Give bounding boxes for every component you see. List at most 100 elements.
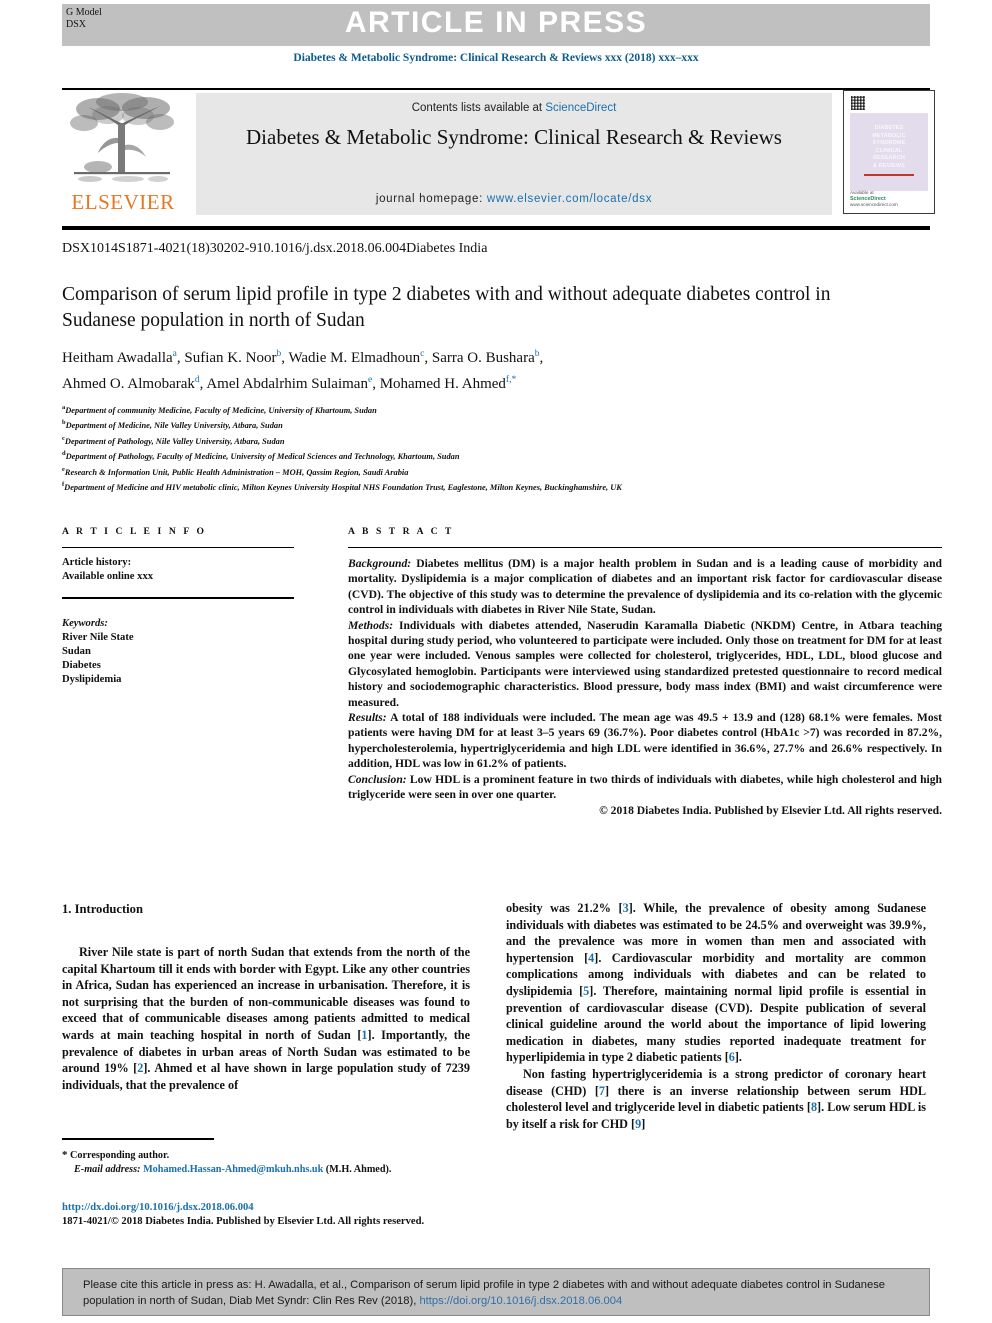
footnote-rule bbox=[62, 1138, 214, 1140]
affiliation-text: Research & Information Unit, Public Heal… bbox=[64, 467, 409, 477]
introduction-right-column: obesity was 21.2% [3]. While, the preval… bbox=[506, 900, 926, 1132]
article-history-value: Available online xxx bbox=[62, 571, 154, 582]
affiliation-text: Department of community Medicine, Facult… bbox=[65, 405, 377, 415]
cover-word-5: RESEARCH bbox=[873, 155, 905, 162]
author-name: , Mohamed H. Ahmed bbox=[372, 376, 506, 392]
abstract-results-label: Results: bbox=[348, 711, 387, 725]
contents-prefix: Contents lists available at bbox=[411, 102, 546, 114]
journal-cover-thumbnail: DIABETES METABOLIC SYNDROME CLINICAL RES… bbox=[843, 90, 935, 214]
author-list: Heitham Awadallaa, Sufian K. Noorb, Wadi… bbox=[62, 343, 892, 395]
homepage-url-link[interactable]: www.elsevier.com/locate/dsx bbox=[487, 193, 652, 205]
cover-word-4: CLINICAL bbox=[875, 147, 903, 154]
g-model-label: G Model bbox=[66, 7, 102, 18]
journal-title: Diabetes & Metabolic Syndrome: Clinical … bbox=[246, 125, 782, 149]
cover-accent-rule bbox=[864, 174, 914, 176]
asterisk-icon: * bbox=[62, 1149, 68, 1161]
abstract-results-text: A total of 188 individuals were included… bbox=[348, 711, 942, 771]
article-info-rule bbox=[62, 547, 294, 548]
abstract-background-text: Diabetes mellitus (DM) is a major health… bbox=[348, 557, 942, 617]
paper-page: ARTICLE IN PRESS G Model DSX Diabetes & … bbox=[0, 0, 992, 1323]
corresponding-author-label: Corresponding author. bbox=[70, 1150, 170, 1161]
citation-notice-box: Please cite this article in press as: H.… bbox=[62, 1268, 930, 1316]
author-name: , Amel Abdalrhim Sulaiman bbox=[199, 376, 368, 392]
cover-qr-icon bbox=[851, 96, 865, 110]
bottom-doi-block: http://dx.doi.org/10.1016/j.dsx.2018.06.… bbox=[62, 1201, 532, 1230]
author-name: , bbox=[539, 350, 544, 366]
right-cont-e: ]. bbox=[734, 1050, 742, 1065]
abstract-background: Background: Diabetes mellitus (DM) is a … bbox=[348, 556, 942, 618]
article-info-rule-2 bbox=[62, 597, 294, 599]
abstract-conclusion-text: Low HDL is a prominent feature in two th… bbox=[348, 772, 942, 802]
abstract-methods-label: Methods: bbox=[348, 618, 394, 632]
abstract-heading: A B S T R A C T bbox=[348, 526, 454, 537]
abstract-body: Background: Diabetes mellitus (DM) is a … bbox=[348, 556, 942, 818]
article-info-heading: A R T I C L E I N F O bbox=[62, 526, 207, 537]
affiliation-item: cDepartment of Pathology, Nile Valley Un… bbox=[62, 433, 942, 448]
abstract-background-label: Background: bbox=[348, 557, 412, 570]
footnote-block: * Corresponding author. E-mail address: … bbox=[62, 1148, 482, 1177]
affiliation-item: fDepartment of Medicine and HIV metaboli… bbox=[62, 479, 942, 494]
affiliation-item: bDepartment of Medicine, Nile Valley Uni… bbox=[62, 417, 942, 432]
intro-paragraph-1: River Nile state is part of north Sudan … bbox=[62, 944, 470, 1093]
citation-doi-link[interactable]: https://doi.org/10.1016/j.dsx.2018.06.00… bbox=[419, 1295, 622, 1307]
abstract-results: Results: A total of 188 individuals were… bbox=[348, 710, 942, 772]
author-line-1: Heitham Awadallaa, Sufian K. Noorb, Wadi… bbox=[62, 343, 892, 369]
article-in-press-label: ARTICLE IN PRESS bbox=[344, 6, 648, 39]
abstract-conclusion-label: Conclusion: bbox=[348, 772, 407, 786]
affiliation-text: Department of Pathology, Nile Valley Uni… bbox=[64, 436, 285, 446]
article-in-press-banner: ARTICLE IN PRESS bbox=[62, 4, 930, 46]
contents-available-line: Contents lists available at ScienceDirec… bbox=[196, 102, 832, 114]
keyword-item: Sudan bbox=[62, 646, 91, 657]
email-note: E-mail address: Mohamed.Hassan-Ahmed@mku… bbox=[62, 1163, 482, 1177]
author-name: , Sarra O. Bushara bbox=[424, 350, 535, 366]
page-title: Comparison of serum lipid profile in typ… bbox=[62, 284, 831, 331]
right-cont-a: obesity was 21.2% [ bbox=[506, 901, 623, 915]
homepage-label: journal homepage: bbox=[375, 193, 487, 205]
doi-header-line: DSX1014S1871-4021(18)30202-910.1016/j.ds… bbox=[62, 241, 488, 256]
doi-url-link[interactable]: http://dx.doi.org/10.1016/j.dsx.2018.06.… bbox=[62, 1201, 532, 1215]
keyword-item: Diabetes bbox=[62, 660, 101, 671]
cover-word-6: & REVIEWS bbox=[872, 162, 906, 169]
abstract-methods-text: Individuals with diabetes attended, Nase… bbox=[348, 618, 942, 709]
affiliation-text: Department of Medicine, Nile Valley Univ… bbox=[65, 421, 283, 431]
affiliation-list: aDepartment of community Medicine, Facul… bbox=[62, 402, 942, 494]
elsevier-tree-icon bbox=[70, 93, 174, 182]
masthead-panel: Contents lists available at ScienceDirec… bbox=[196, 93, 832, 215]
masthead-bottom-rule bbox=[62, 226, 930, 230]
cover-word-2: METABOLIC bbox=[872, 132, 906, 139]
intro-paragraph-2: Non fasting hypertriglyceridemia is a st… bbox=[506, 1066, 926, 1132]
affiliation-item: aDepartment of community Medicine, Facul… bbox=[62, 402, 942, 417]
cover-foot-sub: www.sciencedirect.com bbox=[850, 202, 898, 207]
keyword-item: Dyslipidemia bbox=[62, 674, 122, 685]
corresponding-author-note: * Corresponding author. bbox=[62, 1148, 482, 1163]
affiliation-item: eResearch & Information Unit, Public Hea… bbox=[62, 464, 942, 479]
author-name: Ahmed O. Almobarak bbox=[62, 376, 195, 392]
abstract-conclusion: Conclusion: Low HDL is a prominent featu… bbox=[348, 772, 942, 803]
introduction-left-column: River Nile state is part of north Sudan … bbox=[62, 944, 470, 1093]
email-address-label: E-mail address: bbox=[74, 1164, 141, 1175]
issn-copyright-line: 1871-4021/© 2018 Diabetes India. Publish… bbox=[62, 1216, 425, 1228]
journal-running-head: Diabetes & Metabolic Syndrome: Clinical … bbox=[293, 52, 699, 64]
author-name: Heitham Awadalla bbox=[62, 350, 173, 366]
section-heading-introduction: 1. Introduction bbox=[62, 902, 143, 916]
intro-paragraph-1-cont: obesity was 21.2% [3]. While, the preval… bbox=[506, 900, 926, 1066]
g-model-code: DSX bbox=[66, 19, 87, 30]
cover-word-3: SYNDROME bbox=[872, 140, 906, 147]
author-line-2: Ahmed O. Almobarakd, Amel Abdalrhim Sula… bbox=[62, 369, 892, 395]
article-history-block: Article history: Available online xxx bbox=[62, 556, 294, 584]
cover-word-1: DIABETES bbox=[874, 125, 904, 131]
cover-title-words: DIABETES METABOLIC SYNDROME CLINICAL RES… bbox=[849, 125, 929, 171]
affiliation-text: Department of Pathology, Faculty of Medi… bbox=[65, 451, 460, 461]
affiliation-item: dDepartment of Pathology, Faculty of Med… bbox=[62, 448, 942, 463]
keywords-block: Keywords: River Nile State Sudan Diabete… bbox=[62, 617, 294, 687]
elsevier-logo: ELSEVIER bbox=[64, 93, 182, 215]
abstract-copyright: © 2018 Diabetes India. Published by Else… bbox=[599, 803, 942, 817]
email-address-link[interactable]: Mohamed.Hassan-Ahmed@mkuh.nhs.uk bbox=[143, 1164, 323, 1175]
sciencedirect-link[interactable]: ScienceDirect bbox=[545, 102, 616, 114]
citation-notice-text: Please cite this article in press as: H.… bbox=[83, 1277, 909, 1309]
email-suffix: (M.H. Ahmed). bbox=[323, 1164, 392, 1175]
keyword-item: River Nile State bbox=[62, 632, 134, 643]
keywords-label: Keywords: bbox=[62, 618, 108, 629]
cover-footer: Available at ScienceDirect www.sciencedi… bbox=[850, 190, 898, 208]
author-name: , Wadie M. Elmadhoun bbox=[281, 350, 421, 366]
